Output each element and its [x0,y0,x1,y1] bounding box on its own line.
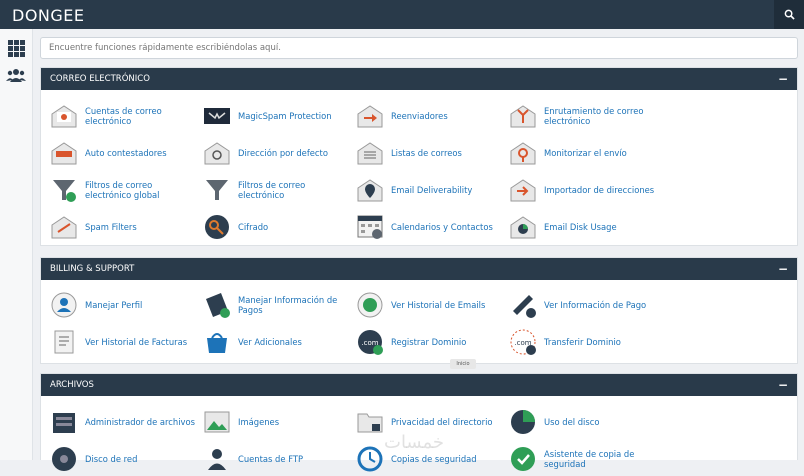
panel-header[interactable]: BILLING & SUPPORT − [41,258,797,280]
item-register-domain[interactable]: .com Registrar Dominio [355,325,505,359]
forwarders-icon [355,101,385,131]
users-icon [6,68,26,82]
panel-title: BILLING & SUPPORT [50,264,135,274]
email-history-icon [355,290,385,320]
manage-profile-icon [49,290,79,320]
item-addons[interactable]: Ver Adicionales [202,325,352,359]
collapse-icon[interactable]: − [778,72,788,86]
grid-icon [7,39,25,57]
autoresponders-icon [49,138,79,168]
images-icon [202,407,232,437]
item-magicspam[interactable]: MagicSpam Protection [202,99,352,133]
item-backup-wizard[interactable]: Asistente de copia de seguridad [508,442,658,476]
sidebar [0,29,33,460]
item-disk-usage[interactable]: Uso del disco [508,405,658,439]
panel-title: ARCHIVOS [50,380,94,390]
logo: DONGEE [12,6,85,25]
addons-icon [202,327,232,357]
collapse-icon[interactable]: − [778,262,788,276]
invoice-history-icon [49,327,79,357]
default-address-icon [202,138,232,168]
item-web-disk[interactable]: Disco de red [49,442,199,476]
item-file-manager[interactable]: Administrador de archivos [49,405,199,439]
item-global-filters[interactable]: Filtros de correo electrónico global [49,173,199,207]
transfer-domain-icon: .com [508,327,538,357]
track-delivery-icon [508,138,538,168]
search-icon [784,9,795,20]
email-accounts-icon [49,101,79,131]
item-email-routing[interactable]: Enrutamiento de correo electrónico [508,99,658,133]
item-default-address[interactable]: Dirección por defecto [202,136,352,170]
calendars-icon [355,212,385,242]
email-filters-icon [202,175,232,205]
top-bar: DONGEE [0,0,804,29]
sidebar-home-button[interactable] [5,37,27,59]
panel-header[interactable]: ARCHIVOS − [41,374,797,396]
panel-email: CORREO ELECTRÓNICO − Cuentas de correo e… [40,67,798,246]
tooltip: Inicio [450,359,476,369]
ftp-accounts-icon [202,444,232,474]
item-spam-filters[interactable]: Spam Filters [49,210,199,244]
panel-billing: BILLING & SUPPORT − Manejar Perfil Manej… [40,257,798,364]
item-mailing-lists[interactable]: Listas de correos [355,136,505,170]
directory-privacy-icon [355,407,385,437]
sidebar-users-button[interactable] [5,64,27,86]
item-manage-billing[interactable]: Manejar Información de Pagos [202,288,352,322]
item-invoice-history[interactable]: Ver Historial de Facturas [49,325,199,359]
item-transfer-domain[interactable]: .com Transferir Dominio [508,325,658,359]
manage-billing-icon [202,290,232,320]
email-disk-usage-icon [508,212,538,242]
magicspam-icon [202,101,232,131]
backup-icon [355,444,385,474]
item-email-history[interactable]: Ver Historial de Emails [355,288,505,322]
item-email-filters[interactable]: Filtros de correo electrónico [202,173,352,207]
disk-usage-icon [508,407,538,437]
view-billing-icon [508,290,538,320]
register-domain-icon: .com [355,327,385,357]
item-images[interactable]: Imágenes [202,405,352,439]
quick-search-input[interactable] [40,37,798,59]
item-ftp-accounts[interactable]: Cuentas de FTP [202,442,352,476]
address-importer-icon [508,175,538,205]
item-encryption[interactable]: Cifrado [202,210,352,244]
item-deliverability[interactable]: Email Deliverability [355,173,505,207]
backup-wizard-icon [508,444,538,474]
spam-filters-icon [49,212,79,242]
collapse-icon[interactable]: − [778,378,788,392]
watermark: خمسات [384,432,445,453]
mailing-lists-icon [355,138,385,168]
item-calendars[interactable]: Calendarios y Contactos [355,210,505,244]
item-autoresponders[interactable]: Auto contestadores [49,136,199,170]
encryption-icon [202,212,232,242]
item-address-importer[interactable]: Importador de direcciones [508,173,658,207]
item-track-delivery[interactable]: Monitorizar el envío [508,136,658,170]
item-manage-profile[interactable]: Manejar Perfil [49,288,199,322]
search-button[interactable] [774,0,804,29]
item-email-accounts[interactable]: Cuentas de correo electrónico [49,99,199,133]
item-forwarders[interactable]: Reenviadores [355,99,505,133]
item-view-billing[interactable]: Ver Información de Pago [508,288,658,322]
web-disk-icon [49,444,79,474]
email-routing-icon [508,101,538,131]
global-filters-icon [49,175,79,205]
deliverability-icon [355,175,385,205]
item-email-disk-usage[interactable]: Email Disk Usage [508,210,658,244]
panel-header[interactable]: CORREO ELECTRÓNICO − [41,68,797,90]
file-manager-icon [49,407,79,437]
panel-title: CORREO ELECTRÓNICO [50,74,150,84]
